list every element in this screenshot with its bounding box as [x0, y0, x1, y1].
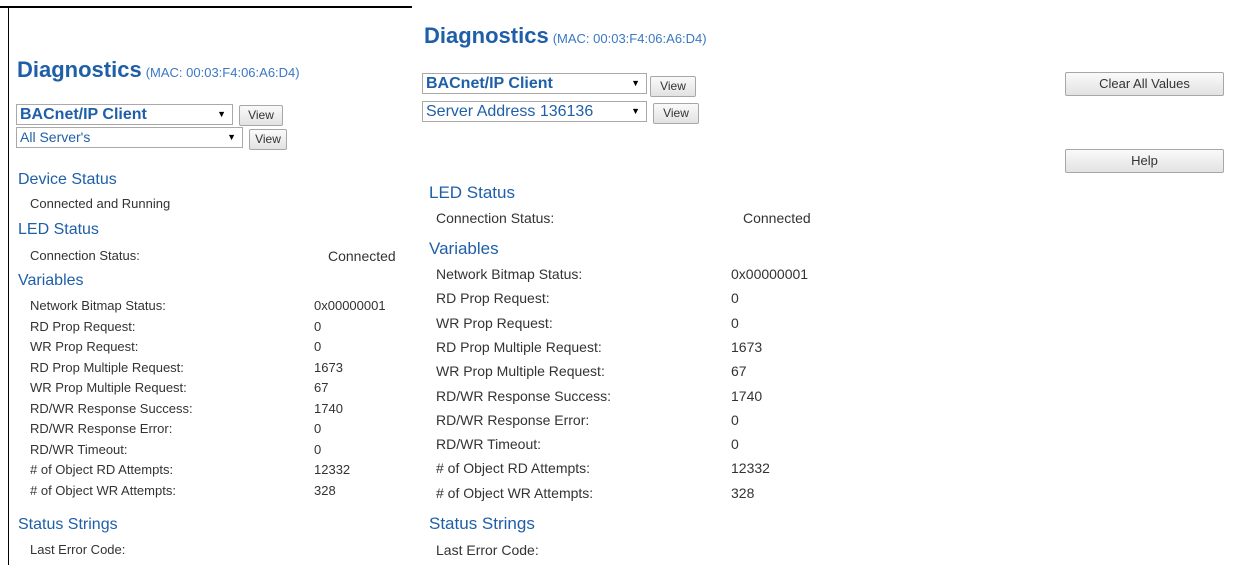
chevron-down-icon: ▼ — [631, 106, 640, 116]
variable-label: RD/WR Response Error: — [436, 411, 590, 428]
right-led-status-heading: LED Status — [429, 183, 515, 202]
left-page-title: Diagnostics (MAC: 00:03:F4:06:A6:D4) — [17, 57, 300, 83]
variable-label: RD/WR Timeout: — [30, 441, 128, 457]
variable-value: 0 — [731, 314, 739, 331]
variable-value: 0 — [731, 290, 739, 307]
variable-label: RD Prop Multiple Request: — [30, 359, 184, 375]
right-protocol-select-value: BACnet/IP Client — [426, 75, 553, 92]
right-server-view-button[interactable]: View — [653, 103, 699, 124]
right-last-error-label: Last Error Code: — [436, 542, 539, 558]
variable-value: 328 — [314, 482, 336, 498]
right-server-select[interactable]: Server Address 136136 ▼ — [422, 101, 647, 122]
variable-value: 0 — [731, 411, 739, 428]
left-server-select-value: All Server's — [20, 129, 91, 145]
right-connection-status-label: Connection Status: — [436, 210, 555, 226]
right-protocol-view-button[interactable]: View — [650, 76, 696, 97]
right-variables-heading: Variables — [429, 239, 499, 258]
right-page-title: Diagnostics (MAC: 00:03:F4:06:A6:D4) — [424, 23, 707, 49]
variable-value: 12332 — [314, 462, 351, 477]
left-title-text: Diagnostics — [17, 57, 142, 82]
left-variables-heading: Variables — [18, 272, 84, 289]
variable-label: RD Prop Multiple Request: — [436, 338, 602, 355]
help-button[interactable]: Help — [1065, 149, 1224, 173]
clear-all-values-button[interactable]: Clear All Values — [1065, 72, 1224, 96]
variable-label: RD Prop Request: — [30, 318, 136, 334]
chevron-down-icon: ▼ — [631, 78, 640, 88]
variable-value: 0 — [314, 421, 322, 436]
variable-label: WR Prop Multiple Request: — [30, 380, 187, 395]
left-server-select[interactable]: All Server's ▼ — [16, 127, 243, 148]
variable-label: RD/WR Response Success: — [436, 387, 612, 404]
variable-value: 1740 — [314, 400, 343, 416]
variable-value: 1740 — [731, 387, 763, 404]
left-device-status-heading: Device Status — [18, 171, 117, 188]
right-title-text: Diagnostics — [424, 23, 549, 48]
right-mac-address: (MAC: 00:03:F4:06:A6:D4) — [552, 31, 707, 46]
variable-value: 0 — [314, 318, 322, 334]
variable-label: RD Prop Request: — [436, 290, 550, 307]
variable-value: 1673 — [731, 338, 763, 355]
variable-label: RD/WR Response Success: — [30, 400, 193, 416]
variable-value: 67 — [731, 363, 747, 380]
right-server-select-value: Server Address 136136 — [426, 103, 594, 120]
left-connection-status-label: Connection Status: — [30, 248, 140, 263]
variable-value: 67 — [314, 380, 329, 395]
left-last-error-label: Last Error Code: — [30, 542, 126, 557]
variable-label: WR Prop Request: — [436, 314, 553, 331]
right-connection-status-value: Connected — [743, 210, 811, 226]
variable-value: 328 — [731, 484, 755, 501]
variable-label: RD/WR Timeout: — [436, 436, 542, 453]
left-device-status-text: Connected and Running — [30, 196, 171, 211]
chevron-down-icon: ▼ — [217, 109, 226, 119]
variable-value: 1673 — [314, 359, 343, 375]
variable-value: 0 — [314, 339, 322, 354]
variable-label: Network Bitmap Status: — [436, 266, 583, 282]
variable-value: 0 — [314, 441, 322, 457]
variable-label: WR Prop Request: — [30, 339, 139, 354]
left-mac-address: (MAC: 00:03:F4:06:A6:D4) — [145, 65, 300, 80]
right-protocol-select[interactable]: BACnet/IP Client ▼ — [422, 73, 647, 94]
right-diagnostics-panel: Diagnostics (MAC: 00:03:F4:06:A6:D4) BACn… — [412, 0, 1244, 565]
left-protocol-select[interactable]: BACnet/IP Client ▼ — [16, 104, 233, 125]
left-status-strings-heading: Status Strings — [18, 516, 118, 533]
chevron-down-icon: ▼ — [227, 132, 236, 142]
variable-value: 0 — [731, 436, 739, 453]
variable-value: 12332 — [731, 460, 770, 477]
variable-label: Network Bitmap Status: — [30, 298, 166, 313]
variable-label: # of Object WR Attempts: — [436, 484, 594, 501]
left-connection-status-value: Connected — [328, 248, 396, 264]
right-status-strings-heading: Status Strings — [429, 514, 535, 533]
left-led-status-heading: LED Status — [18, 221, 99, 238]
left-protocol-select-value: BACnet/IP Client — [20, 106, 147, 123]
variable-label: RD/WR Response Error: — [30, 421, 173, 436]
left-server-view-button[interactable]: View — [249, 129, 287, 150]
variable-value: 0x00000001 — [314, 298, 386, 313]
variable-label: # of Object RD Attempts: — [436, 460, 591, 477]
left-diagnostics-panel: Diagnostics (MAC: 00:03:F4:06:A6:D4) BACn… — [0, 0, 420, 565]
left-protocol-view-button[interactable]: View — [239, 105, 283, 126]
variable-label: # of Object WR Attempts: — [30, 482, 176, 498]
variable-label: WR Prop Multiple Request: — [436, 363, 605, 380]
variable-value: 0x00000001 — [731, 266, 809, 282]
variable-label: # of Object RD Attempts: — [30, 462, 174, 477]
